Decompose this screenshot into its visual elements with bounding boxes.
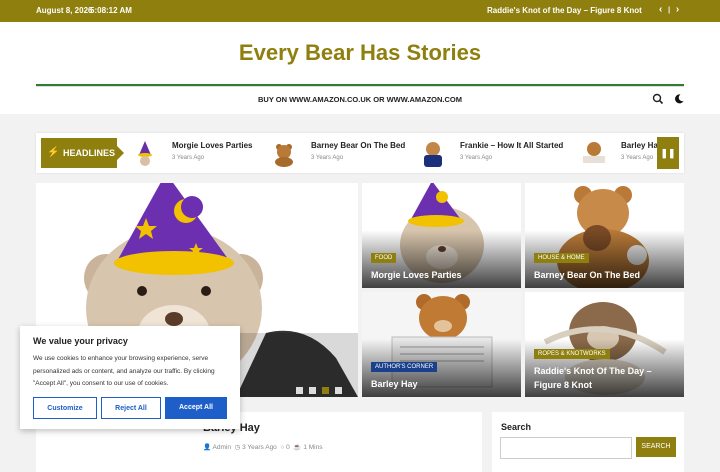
cookie-text: We use cookies to enhance your browsing …: [33, 355, 215, 387]
search-input[interactable]: [500, 437, 632, 459]
current-date: August 8, 2026: [36, 6, 93, 15]
reject-all-button[interactable]: Reject All: [101, 397, 161, 419]
slider-dot[interactable]: [309, 387, 316, 394]
post-title[interactable]: Barney Bear On The Bed: [534, 268, 675, 282]
nav-link-amazon[interactable]: BUY ON WWW.AMAZON.CO.UK OR WWW.AMAZON.CO…: [0, 95, 720, 104]
customize-button[interactable]: Customize: [33, 397, 97, 419]
headline-thumbnail: [128, 139, 162, 167]
slider-dot[interactable]: [335, 387, 342, 394]
post-title[interactable]: Raddie's Knot Of The Day – Figure 8 Knot: [534, 364, 675, 392]
headlines-label-text: HEADLINES: [63, 148, 116, 158]
search-icon[interactable]: [652, 93, 664, 105]
accept-all-button[interactable]: Accept All: [165, 397, 227, 419]
slider-pagination: [296, 381, 348, 397]
slider-dot[interactable]: [296, 387, 303, 394]
headline-title[interactable]: Barney Bear On The Bed: [311, 141, 405, 150]
top-ticker-link[interactable]: Raddie's Knot of the Day – Figure 8 Knot: [487, 6, 642, 15]
headline-title[interactable]: Frankie – How It All Started: [460, 141, 563, 150]
post-card[interactable]: FOOD Morgie Loves Parties: [362, 183, 521, 288]
current-time: 5:08:12 AM: [90, 6, 132, 15]
search-button[interactable]: SEARCH: [636, 437, 676, 457]
headline-date: 3 Years Ago: [621, 155, 654, 161]
category-badge[interactable]: FOOD: [371, 253, 397, 263]
header-divider-grey: [36, 86, 684, 87]
headline-thumbnail: [416, 139, 450, 167]
headlines-label: ⚡ HEADLINES: [41, 138, 124, 168]
pause-icon: ❚❚: [660, 148, 676, 158]
category-badge[interactable]: ROPES & KNOTWORKS: [534, 349, 610, 359]
moon-icon[interactable]: [673, 93, 685, 105]
post-title[interactable]: Barley Hay: [371, 377, 512, 391]
sidebar-search-widget: Search SEARCH: [492, 412, 684, 472]
chevron-left-icon[interactable]: ‹: [659, 4, 662, 15]
post-card[interactable]: AUTHOR'S CORNER Barley Hay: [362, 292, 521, 397]
headline-title[interactable]: Morgie Loves Parties: [172, 141, 252, 150]
headline-title[interactable]: Barley Ha: [621, 141, 658, 150]
post-card[interactable]: HOUSE & HOME Barney Bear On The Bed: [525, 183, 684, 288]
pause-button[interactable]: ❚❚: [657, 137, 679, 169]
slider-dot-active[interactable]: [322, 387, 329, 394]
post-card[interactable]: ROPES & KNOTWORKS Raddie's Knot Of The D…: [525, 292, 684, 397]
headlines-ticker: ⚡ HEADLINES Morgie Loves Parties 3 Years…: [36, 133, 684, 173]
lightning-icon: ⚡: [47, 147, 60, 158]
headline-date: 3 Years Ago: [172, 155, 205, 161]
headline-thumbnail: [267, 139, 301, 167]
headline-thumbnail: [577, 139, 611, 167]
search-widget-title: Search: [501, 422, 532, 432]
top-bar: August 8, 2026 5:08:12 AM Raddie's Knot …: [0, 0, 720, 22]
post-title[interactable]: Morgie Loves Parties: [371, 268, 512, 282]
cookie-title: We value your privacy: [33, 336, 128, 346]
ticker-separator: |: [668, 7, 671, 14]
category-badge[interactable]: AUTHOR'S CORNER: [371, 362, 438, 372]
headline-date: 3 Years Ago: [460, 155, 493, 161]
category-badge[interactable]: HOUSE & HOME: [534, 253, 589, 263]
cookie-consent-banner: We value your privacy We use cookies to …: [20, 326, 240, 429]
ticker-arrows: ‹ | ›: [659, 4, 679, 15]
headline-date: 3 Years Ago: [311, 155, 344, 161]
site-header: Every Bear Has Stories BUY ON WWW.AMAZON…: [0, 22, 720, 114]
chevron-right-icon[interactable]: ›: [676, 4, 679, 15]
site-title[interactable]: Every Bear Has Stories: [0, 40, 720, 66]
